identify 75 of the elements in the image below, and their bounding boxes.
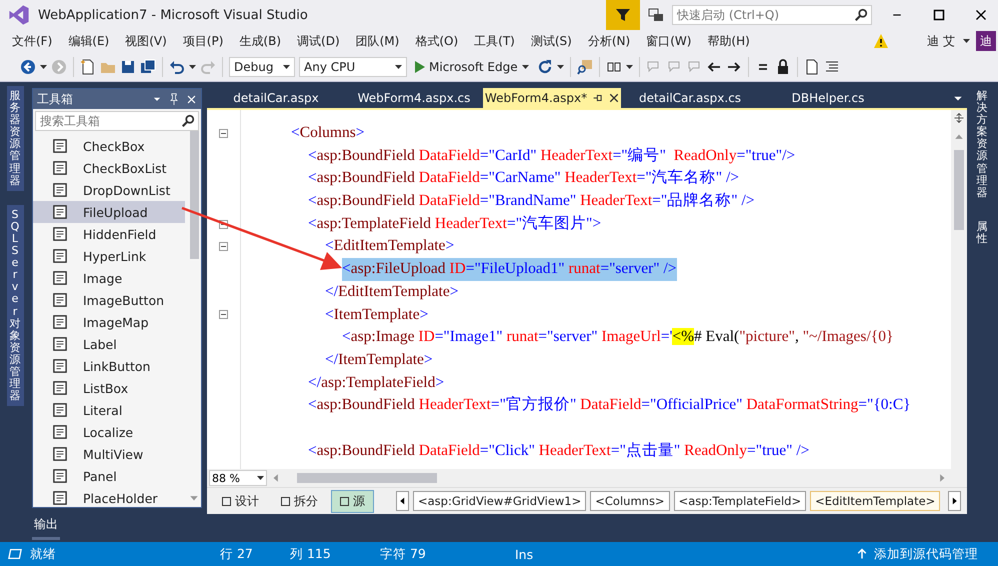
panel-title: 工具箱 [37,90,74,108]
menu-item[interactable]: 帮助(H) [699,32,758,50]
insert-mode: Ins [515,546,534,562]
menu-item[interactable]: 窗口(W) [638,32,700,50]
side-panel-tab[interactable]: 属性 [974,216,990,250]
user-avatar[interactable]: 迪 [976,31,996,51]
platform-dropdown[interactable]: Any CPU [299,56,407,76]
code-line: </asp:TemplateField> [308,372,444,393]
toolbox-item[interactable]: ImageButton [33,289,185,311]
toolbox-search-field[interactable]: 搜索工具箱 [35,111,199,131]
toolbox-item[interactable]: PlaceHolder [33,487,185,509]
code-line: </ItemTemplate> [325,350,433,370]
editor-tab[interactable]: WebForm4.aspx* [483,88,621,108]
menu-item[interactable]: 项目(P) [174,32,232,50]
line-number: 行 27 [220,546,254,562]
toolbox-item[interactable]: FileUpload [33,201,185,223]
menu-item[interactable]: 生成(B) [231,32,290,50]
code-line: <asp:BoundField DataField="Click" HeaderText="点击量" ReadOnly="true" /> [308,440,810,461]
toolbox-item[interactable]: Image [33,267,185,289]
toolbox-item[interactable]: HiddenField [33,223,185,245]
toolbox-item[interactable]: DropDownList [33,179,185,201]
toolbox-item[interactable]: Localize [33,421,185,443]
view-tab[interactable]: 设计 [213,490,268,512]
side-panel-tab[interactable]: SQL Server 对象资源管理器 [6,204,24,406]
toolbox-item[interactable]: Literal [33,399,185,421]
side-panel-tab[interactable]: 服务器资源管理器 [6,86,24,191]
breadcrumb[interactable]: <asp:TemplateField> [674,491,806,511]
status-text: 就绪 [30,546,57,562]
toolbox-item[interactable]: CheckBox [33,135,185,157]
char-number: 字符 79 [380,546,427,562]
code-line: <asp:BoundField DataField="BrandName" HeaderText="品牌名称" /> [308,191,754,212]
editor-tab[interactable]: WebForm4.aspx.cs [345,88,483,108]
toolbox-item[interactable]: Panel [33,465,185,487]
quick-launch-field[interactable]: 快速启动 (Ctrl+Q) [672,5,872,25]
menu-item[interactable]: 测试(S) [522,32,580,50]
code-line: <ItemTemplate> [325,304,428,324]
menu-item[interactable]: 格式(O) [407,32,466,50]
configuration-dropdown[interactable]: Debug [229,56,295,76]
view-tab[interactable]: 源 [331,490,374,512]
code-line: <asp:Image ID="Image1" runat="server" ImageUrl='<%# Eval("picture", "~/Images/{0} [342,327,894,348]
breadcrumb[interactable]: <EditItemTemplate> [810,491,940,511]
zoom-dropdown[interactable]: 88 % [209,470,267,486]
source-control-button[interactable]: 添加到源代码管理 [874,546,978,562]
code-line: <asp:BoundField HeaderText="官方报价" DataField="OfficialPrice" DataFormatString="{0:C} [308,395,911,416]
menu-item[interactable]: 视图(V) [117,32,175,50]
menu-item[interactable]: 文件(F) [4,32,60,50]
editor-tab[interactable]: detailCar.aspx [207,88,345,108]
toolbox-item[interactable]: MultiView [33,443,185,465]
run-button[interactable]: Microsoft Edge [411,60,533,74]
side-panel-tab[interactable]: 解决方案资源管理器 [974,86,990,203]
breadcrumb[interactable]: <Columns> [590,491,670,511]
user-name[interactable]: 迪 艾 [919,32,963,50]
code-line: <asp:BoundField DataField="CarName" HeaderText="汽车名称" /> [308,168,739,188]
code-line: <Columns> [291,123,364,143]
toolbox-item[interactable]: LinkButton [33,355,185,377]
toolbox-item[interactable]: ImageMap [33,311,185,333]
menu-item[interactable]: 编辑(E) [60,32,118,50]
code-line: </EditItemTemplate> [325,282,458,302]
editor-tab[interactable]: detailCar.aspx.cs [621,88,759,108]
code-line: <asp:BoundField DataField="CarId" HeaderText="编号" ReadOnly="true"/> [308,146,796,166]
toolbox-item[interactable]: HyperLink [33,245,185,267]
code-line: <asp:TemplateField HeaderText="汽车图片"> [308,214,602,234]
toolbox-item[interactable]: Label [33,333,185,355]
menu-item[interactable]: 团队(M) [348,32,408,50]
code-line: <EditItemTemplate> [325,236,454,256]
menu-item[interactable]: 分析(N) [580,32,638,50]
column-number: 列 115 [290,546,332,562]
view-tab[interactable]: 拆分 [272,490,327,512]
toolbox-item[interactable]: CheckBoxList [33,157,185,179]
menu-item[interactable]: 调试(D) [289,32,348,50]
breadcrumb[interactable]: <asp:GridView#GridView1> [412,491,586,511]
editor-tab[interactable]: DBHelper.cs [759,88,897,108]
menu-item[interactable]: 工具(T) [466,32,523,50]
window-title: WebApplication7 - Microsoft Visual Studio [38,8,309,22]
toolbox-item[interactable]: ListBox [33,377,185,399]
